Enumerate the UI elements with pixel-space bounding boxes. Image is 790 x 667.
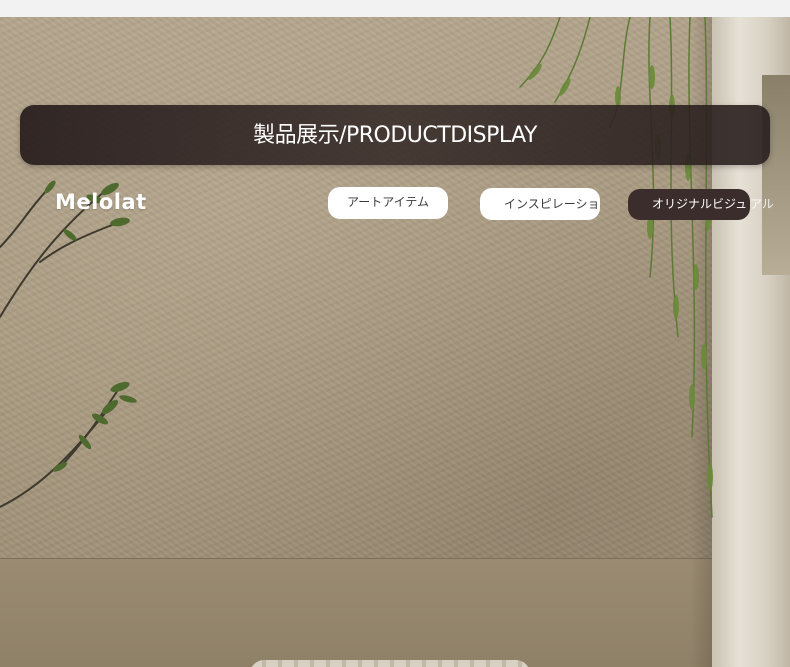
tab-inspiration[interactable]: インスピレーショ xyxy=(480,188,600,220)
tab-art-items[interactable]: アートアイテム xyxy=(328,187,448,219)
tab-original-visual-label: オリジナルビジュ xyxy=(652,197,748,211)
tab-overflow-text: アル xyxy=(750,197,774,211)
brand-logo[interactable]: Melolat xyxy=(55,190,147,214)
tab-original-visual[interactable]: オリジナルビジュ xyxy=(628,189,750,220)
top-bar xyxy=(0,0,790,17)
floor-ledge xyxy=(0,558,712,667)
bench-cushion xyxy=(250,660,530,667)
title-banner: 製品展示/PRODUCTDISPLAY xyxy=(20,105,770,165)
page-title: 製品展示/PRODUCTDISPLAY xyxy=(253,123,537,148)
